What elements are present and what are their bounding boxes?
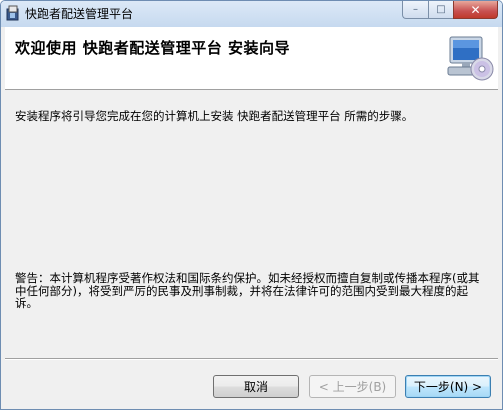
header-banner: 欢迎使用 快跑者配送管理平台 安装向导 xyxy=(5,27,498,90)
installer-app-icon xyxy=(6,5,19,21)
copyright-warning: 警告：本计算机程序受著作权法和国际条约保护。如未经授权而擅自复制或传播本程序(或… xyxy=(15,271,480,310)
minimize-icon: – xyxy=(413,4,418,15)
close-button[interactable]: ✕ xyxy=(453,1,498,19)
next-button[interactable]: 下一步(N) > xyxy=(405,375,491,398)
computer-cd-icon xyxy=(447,36,494,81)
back-button[interactable]: < 上一步(B) xyxy=(309,375,396,398)
title-bar[interactable]: 快跑者配送管理平台 – □ ✕ xyxy=(1,1,502,27)
maximize-icon: □ xyxy=(436,4,446,15)
window-controls: – □ ✕ xyxy=(402,1,498,21)
maximize-button[interactable]: □ xyxy=(428,1,453,19)
page-title: 欢迎使用 快跑者配送管理平台 安装向导 xyxy=(15,39,290,57)
installer-window: 快跑者配送管理平台 – □ ✕ 欢迎使用 快跑者配送管理平台 安装向导 安装程序… xyxy=(0,0,503,410)
button-divider xyxy=(5,358,498,360)
wizard-body: 安装程序将引导您完成在您的计算机上安装 快跑者配送管理平台 所需的步骤。 警告：… xyxy=(5,90,498,355)
intro-text: 安装程序将引导您完成在您的计算机上安装 快跑者配送管理平台 所需的步骤。 xyxy=(15,109,414,123)
minimize-button[interactable]: – xyxy=(402,1,428,19)
close-icon: ✕ xyxy=(470,2,481,17)
window-title: 快跑者配送管理平台 xyxy=(25,7,134,21)
cancel-button[interactable]: 取消 xyxy=(213,375,299,398)
